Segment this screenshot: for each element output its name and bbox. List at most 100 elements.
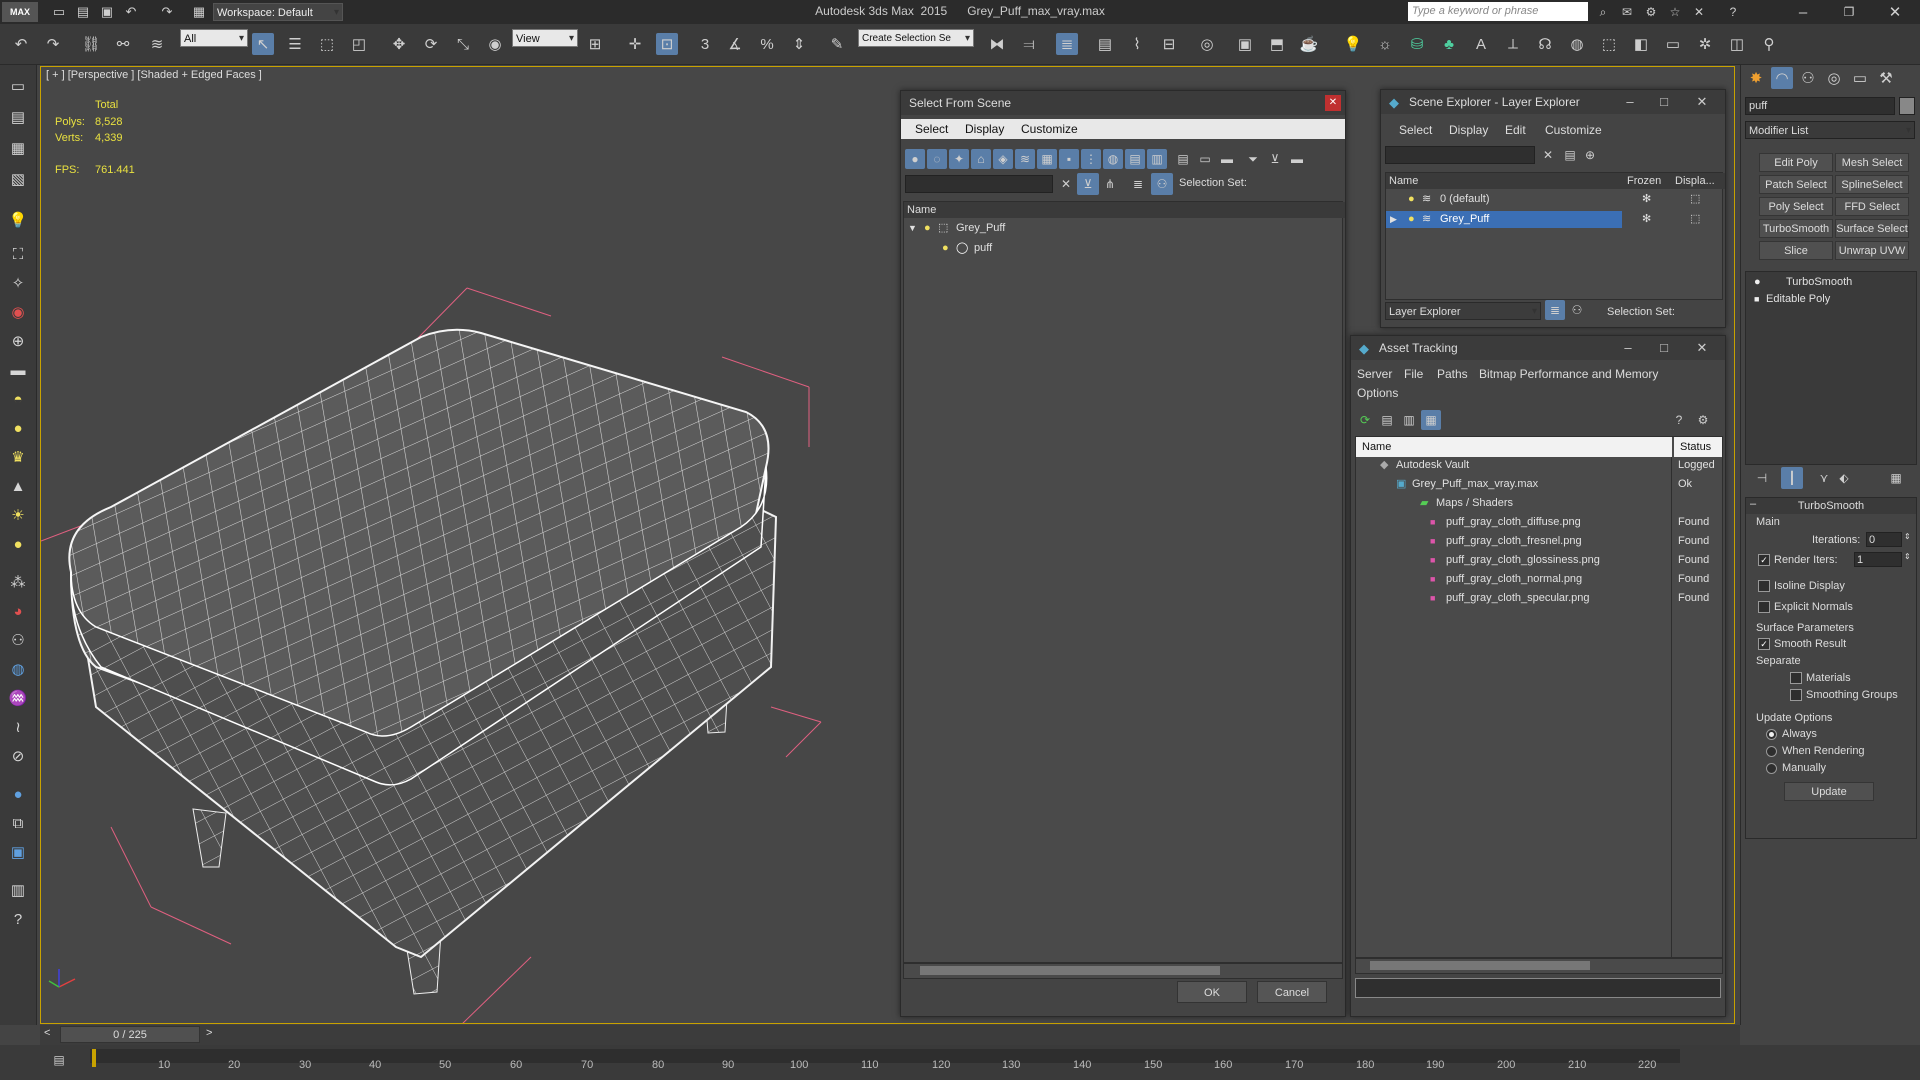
snaps-toggle-icon[interactable]: 3	[694, 33, 716, 55]
light-bulb-icon[interactable]: ●	[1408, 191, 1415, 208]
spline-select-button[interactable]: SplineSelect	[1835, 175, 1909, 194]
spinner-arrows-icon[interactable]: ⇕	[1904, 552, 1911, 561]
render-production-icon[interactable]: ☕	[1298, 33, 1320, 55]
sun-light-icon[interactable]: ☀	[7, 504, 29, 526]
update-button[interactable]: Update	[1784, 782, 1874, 801]
menu-bitmap-performance[interactable]: Bitmap Performance and Memory	[1479, 367, 1658, 381]
object-color-swatch[interactable]	[1899, 97, 1915, 115]
display-cameras-icon[interactable]: ⌂	[971, 149, 991, 169]
reference-coordinate-dropdown[interactable]: View	[512, 29, 578, 48]
scale-icon[interactable]: ⤡	[452, 33, 474, 55]
light-bulb-icon[interactable]: 💡	[7, 209, 29, 231]
render-setup-icon[interactable]: ▣	[1234, 33, 1256, 55]
maximize-icon[interactable]: □	[1647, 90, 1681, 114]
light-icon[interactable]: 💡	[1342, 33, 1364, 55]
tree-row-grey-puff[interactable]: ▼ ● ⬚ Grey_Puff	[904, 220, 1342, 237]
asset-row-maps[interactable]: ▰ Maps / Shaders	[1420, 495, 1672, 512]
binoculars-icon[interactable]: ⌕	[1592, 1, 1614, 23]
filter-options-icon[interactable]: ⊻	[1265, 149, 1285, 169]
minimize-icon[interactable]: –	[1613, 90, 1647, 114]
scene-object-list[interactable]: Name ▼ ● ⬚ Grey_Puff ● ◯ puff	[903, 201, 1345, 963]
mesh-select-button[interactable]: Mesh Select	[1835, 153, 1909, 172]
dynamics-icon[interactable]: ◕	[7, 600, 29, 622]
make-unique-icon[interactable]: ⋎	[1813, 467, 1835, 489]
menu-edit[interactable]: Edit	[1505, 123, 1526, 137]
save-file-icon[interactable]: ▣	[96, 1, 118, 23]
display-bones-icon[interactable]: ⋮	[1081, 149, 1101, 169]
sphere-light-icon[interactable]: ●	[7, 417, 29, 439]
edit-poly-button[interactable]: Edit Poly	[1759, 153, 1833, 172]
column-display-header[interactable]: Displa...	[1672, 173, 1725, 189]
fur-icon[interactable]: ♒	[7, 687, 29, 709]
column-status-header[interactable]: Status	[1674, 437, 1722, 457]
display-box-icon[interactable]: ⬚	[1690, 191, 1700, 208]
display-shapes-icon[interactable]: ◌	[927, 149, 947, 169]
angle-snap-icon[interactable]: ∡	[724, 33, 746, 55]
app-logo[interactable]: MAX	[2, 2, 38, 22]
display-box-icon[interactable]: ⬚	[1690, 211, 1700, 228]
modify-tab-icon[interactable]: ◠	[1771, 67, 1793, 89]
frame-buffer-icon[interactable]: ▭	[1662, 33, 1684, 55]
help-icon[interactable]: ?	[1722, 1, 1744, 23]
prev-frame-icon[interactable]: <	[44, 1027, 50, 1039]
move-icon[interactable]: ✥	[388, 33, 410, 55]
display-helpers-icon[interactable]: ◈	[993, 149, 1013, 169]
create-tab-icon[interactable]: ✸	[1745, 67, 1767, 89]
cancel-button[interactable]: Cancel	[1257, 981, 1327, 1003]
mini-curve-editor-icon[interactable]: ▤	[48, 1049, 70, 1071]
help-circle-icon[interactable]: ?	[7, 908, 29, 930]
pin-stack-icon[interactable]: ⊣	[1751, 467, 1773, 489]
horizontal-scrollbar[interactable]	[903, 963, 1343, 979]
asset-row-vault[interactable]: ◆ Autodesk Vault	[1380, 457, 1670, 474]
menu-customize[interactable]: Customize	[1545, 123, 1602, 137]
show-end-result-icon[interactable]: ┃	[1781, 467, 1803, 489]
select-dependents-icon[interactable]: ⋔	[1099, 173, 1121, 195]
close-icon[interactable]: ✕	[1685, 336, 1719, 360]
layers-icon[interactable]: ▥	[7, 879, 29, 901]
open-file-icon[interactable]: ▤	[72, 1, 94, 23]
modifier-stack[interactable]: ● TurboSmooth ■ Editable Poly	[1745, 271, 1917, 465]
iterations-spinner[interactable]: 0	[1866, 532, 1902, 547]
sky-icon[interactable]: ●	[7, 533, 29, 555]
smooth-result-checkbox[interactable]: ✓	[1758, 638, 1770, 650]
cone-icon[interactable]: ▲	[7, 475, 29, 497]
material-editor-icon[interactable]: ◎	[1196, 33, 1218, 55]
percent-snap-icon[interactable]: %	[756, 33, 778, 55]
poly-select-button[interactable]: Poly Select	[1759, 197, 1833, 216]
modifier-list-dropdown[interactable]: Modifier List	[1745, 121, 1915, 140]
scrollbar-thumb[interactable]	[1370, 961, 1590, 970]
link-icon[interactable]: ⛓	[80, 33, 102, 55]
layers-mode-icon[interactable]: ≣	[1545, 300, 1565, 320]
systems-icon[interactable]: ⊕	[7, 330, 29, 352]
add-layer-icon[interactable]: ⊕	[1579, 144, 1601, 166]
favorites-icon[interactable]: ☆	[1664, 1, 1686, 23]
bone-icon[interactable]: ⟂	[1502, 33, 1524, 55]
menu-file[interactable]: File	[1404, 367, 1423, 381]
helpers-icon[interactable]: ✧	[7, 272, 29, 294]
asset-row-texture[interactable]: ■ puff_gray_cloth_diffuse.png	[1430, 514, 1672, 531]
undo-icon[interactable]: ↶	[10, 33, 32, 55]
box-icon[interactable]: ⬚	[1598, 33, 1620, 55]
asset-path-field[interactable]	[1355, 978, 1721, 998]
scene-states-icon[interactable]: ⧉	[7, 812, 29, 834]
plane-icon[interactable]: ▬	[7, 359, 29, 381]
column-name-header[interactable]: Name	[1386, 173, 1625, 189]
scrollbar-thumb[interactable]	[920, 966, 1220, 975]
display-containers-icon[interactable]: ◍	[1103, 149, 1123, 169]
communication-center-icon[interactable]: ✉	[1616, 1, 1638, 23]
menu-select[interactable]: Select	[1399, 123, 1432, 137]
expand-box-icon[interactable]: ■	[1754, 291, 1759, 308]
curve-editor-icon[interactable]: ⌇	[1126, 33, 1148, 55]
display-spacewarps-icon[interactable]: ≋	[1015, 149, 1035, 169]
camera-icon[interactable]: ⛁	[1406, 33, 1428, 55]
light-bulb-icon[interactable]: ●	[924, 220, 931, 237]
expand-arrow-icon[interactable]: ▶	[1390, 211, 1397, 228]
bind-space-warp-icon[interactable]: ≋	[146, 33, 168, 55]
select-by-name-icon[interactable]: ☰	[284, 33, 306, 55]
render-iters-spinner[interactable]: 1	[1854, 552, 1902, 567]
always-radio[interactable]	[1766, 729, 1777, 740]
redo-icon[interactable]: ↷	[42, 33, 64, 55]
light-bulb-icon[interactable]: ●	[942, 240, 949, 257]
sun-icon[interactable]: ☼	[1374, 33, 1396, 55]
create-shapes-icon[interactable]: ▤	[7, 106, 29, 128]
